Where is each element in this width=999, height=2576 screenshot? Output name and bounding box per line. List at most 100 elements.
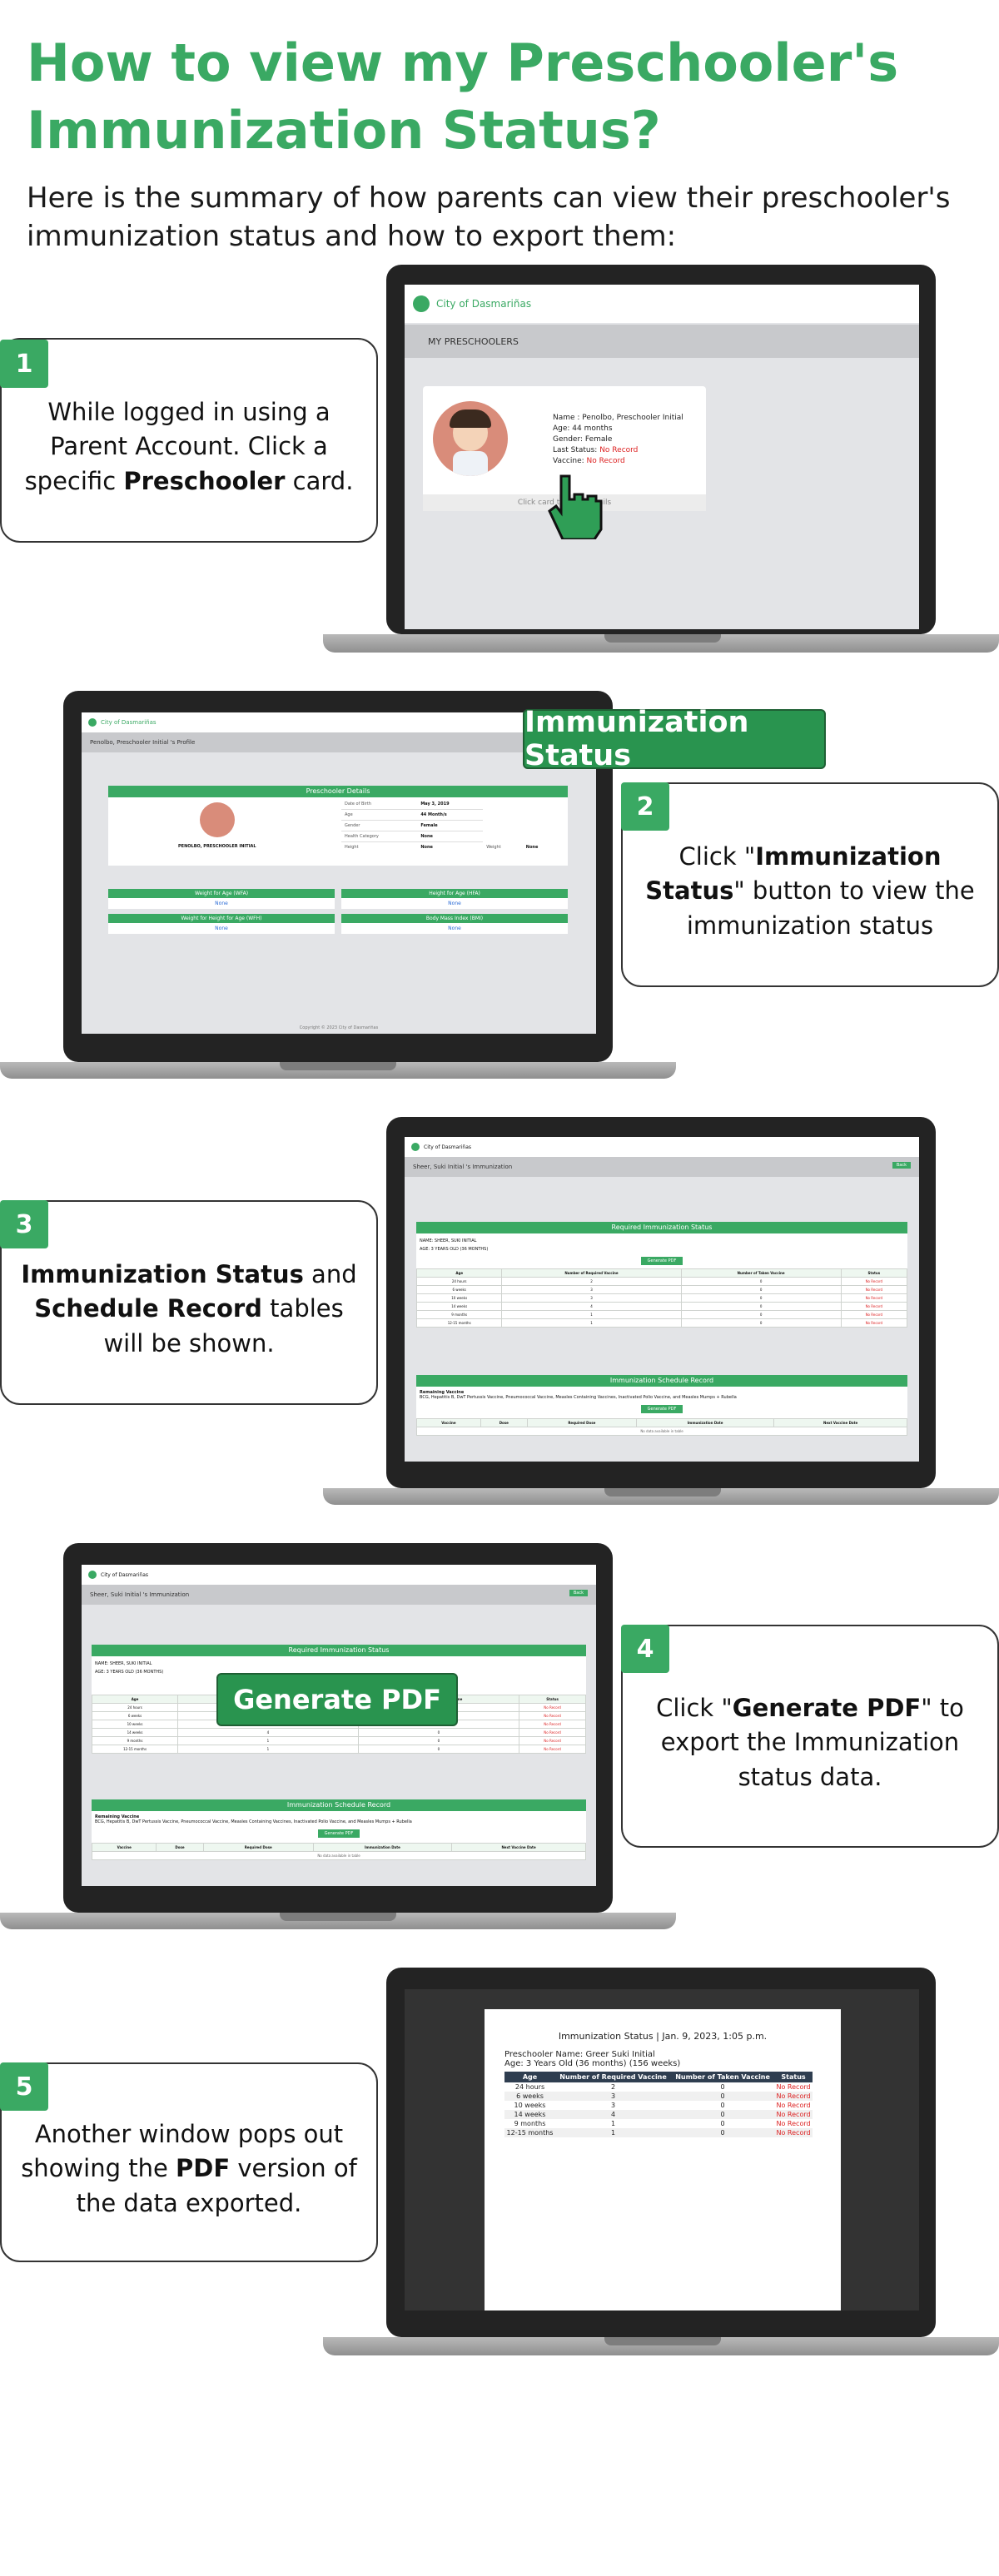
vaccine-label: Vaccine: xyxy=(553,457,584,465)
infographic-page: How to view my Preschooler's Immunizatio… xyxy=(0,0,999,2576)
metric-title: Weight for Age (WFA) xyxy=(108,889,335,898)
table-cell: No Record xyxy=(519,1736,586,1745)
table-cell: No Record xyxy=(776,2092,811,2100)
schedule-table: Vaccine Dose Required Dose Immunization Dat… xyxy=(416,1418,907,1436)
metric-panel: Height for Age (HFA) None xyxy=(341,889,568,909)
detail-value: 44 Month/s xyxy=(417,809,484,821)
table-row: No data available in table xyxy=(416,1427,907,1436)
schedule-card: Immunization Schedule Record Remaining V… xyxy=(416,1375,907,1436)
column-header: Age xyxy=(91,1695,179,1704)
city-logo-icon xyxy=(88,1571,97,1579)
table-row: 24 hours 2 0 No Record xyxy=(504,2082,813,2092)
back-button[interactable]: Back xyxy=(569,1590,588,1596)
table-cell: 3 xyxy=(501,1285,682,1294)
app-name: City of Dasmariñas xyxy=(101,719,157,726)
screen-footer: Copyright © 2023 City of Dasmariñas xyxy=(299,1025,379,1030)
table-cell: No Record xyxy=(776,2111,811,2118)
table-cell: No Record xyxy=(519,1728,586,1737)
table-cell: 14 weeks xyxy=(91,1728,179,1737)
step-1-card: While logged in using a Parent Account. … xyxy=(0,338,378,543)
column-header: Number of Required Vaccine xyxy=(555,2072,672,2082)
table-row: 9 months 1 0 No Record xyxy=(91,1736,586,1745)
table-cell: 0 xyxy=(680,1285,842,1294)
detail-value: May 3, 2019 xyxy=(417,799,484,810)
table-title: Required Immunization Status xyxy=(92,1645,586,1656)
breadcrumb: Sheer, Suki Initial 's Immunization xyxy=(90,1591,190,1598)
detail-value: None xyxy=(417,831,484,842)
child-avatar xyxy=(200,802,235,837)
table-cell: 9 months xyxy=(514,2120,546,2127)
table-cell: 12-15 months xyxy=(91,1745,179,1754)
step-5-card: Another window pops out showing the PDF … xyxy=(0,2062,378,2262)
step-3-card: Immunization Status and Schedule Record … xyxy=(0,1200,378,1405)
city-logo-icon xyxy=(88,718,97,727)
remaining-text: BCG, Hepatitis B, DwT Pertussis Vaccine,… xyxy=(420,1395,737,1400)
pdf-page: Immunization Status | Jan. 9, 2023, 1:05… xyxy=(485,2009,841,2310)
child-avatar xyxy=(433,401,508,476)
section-header: MY PRESCHOOLERS xyxy=(405,325,919,358)
metric-panel: Weight for Age (WFA) None xyxy=(108,889,335,909)
detail-label: Date of Birth xyxy=(341,799,418,810)
table-cell: 0 xyxy=(720,2102,725,2109)
generate-pdf-button[interactable]: Generate PDF xyxy=(317,1829,360,1838)
table-row: 10 weeks 3 0 No Record xyxy=(504,2101,813,2110)
table-row: 14 weeks 4 0 No Record xyxy=(504,2110,813,2119)
breadcrumb: Penolbo, Preschooler Initial 's Profile xyxy=(90,739,196,746)
table-cell: 10 weeks xyxy=(91,1720,179,1729)
column-header: Next Vaccine Date xyxy=(451,1843,586,1852)
height-label: Height xyxy=(345,845,359,850)
detail-label: Gender xyxy=(341,820,418,831)
table-cell: 24 hours xyxy=(514,2083,545,2091)
age-line: AGE: 3 YEARS OLD (36 MONTHS) xyxy=(420,1247,489,1252)
weight-value: None xyxy=(525,844,539,850)
details-card: Preschooler Details PENOLBO, PRESCHOOLER… xyxy=(108,786,568,866)
table-cell: 10 weeks xyxy=(415,1293,503,1303)
table-cell: 1 xyxy=(501,1310,682,1319)
metric-value: None xyxy=(448,901,461,906)
generate-pdf-button[interactable]: Generate PDF xyxy=(640,1257,683,1265)
table-cell: No Record xyxy=(840,1277,908,1286)
table-cell: 6 weeks xyxy=(516,2092,544,2100)
table-row: 14 weeks 4 0 No Record xyxy=(91,1728,586,1737)
metric-value: None xyxy=(448,926,461,931)
details-table: Date of Birth May 3, 2019 Age 44 Month/s Gen… xyxy=(341,799,558,852)
table-cell: 0 xyxy=(357,1745,520,1754)
pdf-title: Immunization Status | Jan. 9, 2023, 1:05… xyxy=(558,2031,768,2042)
table-cell: 4 xyxy=(177,1728,359,1737)
app-name: City of Dasmariñas xyxy=(436,298,532,310)
table-cell: 24 hours xyxy=(91,1703,179,1712)
column-header: Immunization Date xyxy=(635,1418,775,1427)
table-cell: 0 xyxy=(720,2083,725,2091)
table-cell: No Record xyxy=(840,1293,908,1303)
column-header: Immunization Date xyxy=(312,1843,453,1852)
table-cell: 0 xyxy=(357,1736,520,1745)
table-cell: 1 xyxy=(177,1745,359,1754)
column-header: Dose xyxy=(480,1418,528,1427)
metrics-panels: Weight for Age (WFA) None Height for Age (… xyxy=(108,889,568,934)
table-cell: 1 xyxy=(611,2120,616,2127)
vaccine-value: No Record xyxy=(586,457,625,465)
table-cell: 4 xyxy=(501,1302,682,1311)
table-cell: 3 xyxy=(501,1293,682,1303)
column-header: Required Dose xyxy=(526,1418,637,1427)
details-title: Preschooler Details xyxy=(108,786,568,797)
table-cell: 4 xyxy=(611,2111,616,2118)
table-row: 9 months 1 0 No Record xyxy=(504,2119,813,2128)
step-4-badge: 4 xyxy=(621,1625,669,1673)
column-header: Age xyxy=(415,1268,503,1278)
height-weight-row: Height None Weight None xyxy=(341,842,558,853)
screen-pdf-viewer: Immunization Status | Jan. 9, 2023, 1:05… xyxy=(405,1989,919,2310)
table-cell: No Record xyxy=(840,1318,908,1328)
table-cell: 0 xyxy=(720,2111,725,2118)
back-button[interactable]: Back xyxy=(892,1162,911,1169)
child-name: PENOLBO, PRESCHOOLER INITIAL xyxy=(178,844,256,849)
generate-pdf-button[interactable]: Generate PDF xyxy=(640,1405,683,1413)
detail-label: Health Category xyxy=(341,831,418,842)
table-cell: No Record xyxy=(776,2120,811,2127)
table-cell: No Record xyxy=(519,1703,586,1712)
table-cell: 0 xyxy=(357,1728,520,1737)
section-title: MY PRESCHOOLERS xyxy=(428,335,519,347)
table-cell: No Record xyxy=(519,1745,586,1754)
column-header: Vaccine xyxy=(416,1418,481,1427)
last-status-label: Last Status: xyxy=(553,446,598,454)
